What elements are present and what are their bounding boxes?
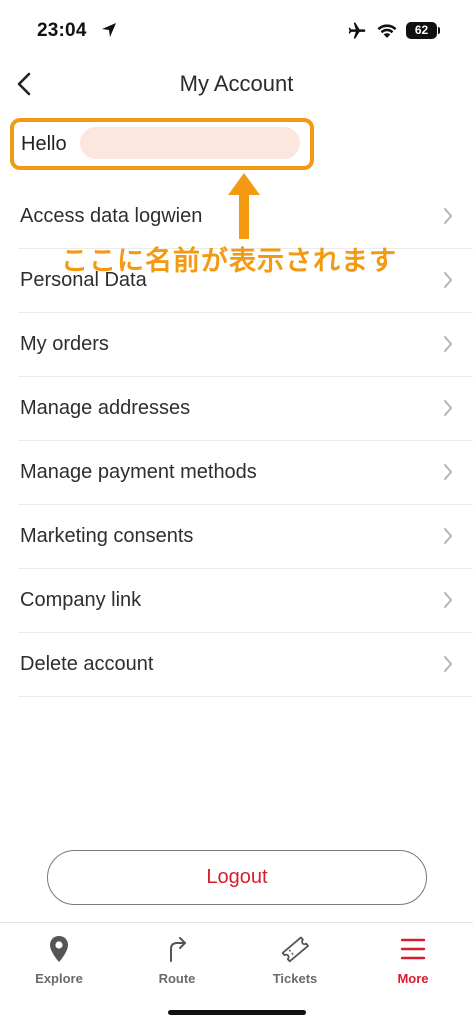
chevron-right-icon xyxy=(444,656,453,672)
menu-item-label: Company link xyxy=(20,589,142,611)
chevron-right-icon xyxy=(444,208,453,224)
menu-item-company-link[interactable]: Company link xyxy=(18,569,473,633)
greeting-highlight-box: Hello xyxy=(10,118,314,170)
menu-item-label: Access data logwien xyxy=(20,205,203,227)
home-indicator xyxy=(168,1010,306,1015)
menu-item-manage-payment-methods[interactable]: Manage payment methods xyxy=(18,441,473,505)
menu-item-marketing-consents[interactable]: Marketing consents xyxy=(18,505,473,569)
menu-item-label: Marketing consents xyxy=(20,525,194,547)
wifi-icon xyxy=(377,24,397,38)
chevron-right-icon xyxy=(444,592,453,608)
redacted-name xyxy=(80,127,300,159)
menu-item-manage-addresses[interactable]: Manage addresses xyxy=(18,377,473,441)
chevron-right-icon xyxy=(444,528,453,544)
menu-item-delete-account[interactable]: Delete account xyxy=(18,633,473,697)
menu-item-label: My orders xyxy=(20,333,109,355)
menu-item-my-orders[interactable]: My orders xyxy=(18,313,473,377)
menu-item-label: Delete account xyxy=(20,653,154,675)
chevron-right-icon xyxy=(444,336,453,352)
bottom-tab-bar: Explore Route Tickets More xyxy=(0,922,473,1024)
tab-explore[interactable]: Explore xyxy=(0,935,118,995)
battery-tip xyxy=(438,27,440,34)
tab-tickets[interactable]: Tickets xyxy=(236,935,354,995)
tab-label: Tickets xyxy=(272,971,318,986)
nav-bar: My Account xyxy=(0,62,473,106)
menu-item-label: Manage addresses xyxy=(20,397,191,419)
menu-icon xyxy=(400,938,426,960)
route-arrow-icon xyxy=(170,937,186,962)
tab-label: Route xyxy=(158,971,196,986)
annotation-arrow-icon xyxy=(228,173,260,239)
menu-item-label: Manage payment methods xyxy=(20,461,257,483)
chevron-right-icon xyxy=(444,272,453,288)
annotation-caption: ここに名前が表示されます xyxy=(61,246,397,277)
logout-button[interactable]: Logout xyxy=(47,850,427,905)
ticket-icon xyxy=(281,936,309,963)
tab-label: More xyxy=(397,971,429,986)
tab-more[interactable]: More xyxy=(354,935,472,995)
status-bar: 23:04 62 xyxy=(0,0,473,62)
tab-label: Explore xyxy=(35,971,83,986)
battery-indicator: 62 xyxy=(406,22,437,39)
tab-route[interactable]: Route xyxy=(118,935,236,995)
location-arrow-icon xyxy=(102,23,116,37)
chevron-right-icon xyxy=(444,464,453,480)
chevron-right-icon xyxy=(444,400,453,416)
airplane-icon xyxy=(348,22,366,39)
status-time: 23:04 xyxy=(37,20,87,41)
greeting-text: Hello xyxy=(21,133,67,155)
page-title: My Account xyxy=(179,71,294,96)
map-pin-icon xyxy=(50,936,68,962)
